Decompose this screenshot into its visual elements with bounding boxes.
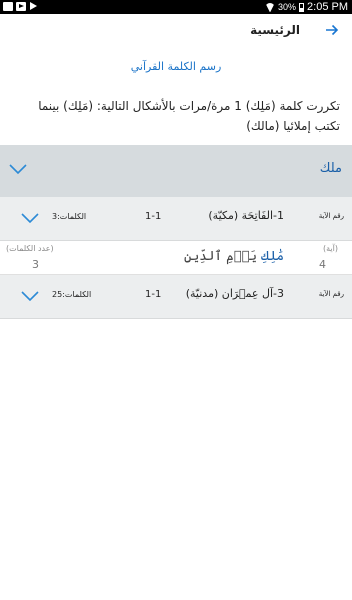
wifi-icon [265,3,275,12]
app-bar: الرئيسية [0,14,352,50]
ayah-detail-row: (عدد الكلمات) 3 مَٰلِكِ يَوۡمِ ٱلدِّينِ … [0,241,352,275]
arrow-right-icon-glyph [326,24,339,36]
ayah-text: مَٰلِكِ يَوۡمِ ٱلدِّينِ [184,249,284,264]
image-notification-icon [3,2,13,11]
word-count: الكلمات:25 [52,290,92,299]
surah-name: 1-الفَاتِحَة (مكيّة) [208,209,284,222]
surah-row[interactable]: الكلمات:25 1-1 3-آل عِمۡرَان (مدنيّة) رق… [0,275,352,319]
play-notification-icon [29,2,38,11]
word-count-value: 3 [32,258,39,271]
ayah-range: 1-1 [145,211,162,222]
chevron-down-icon[interactable] [20,209,40,227]
word-group-header[interactable]: ملك [0,145,352,197]
section-title: رسم الكلمة القرآني [130,60,222,73]
ayah-number-label: رقم الآية [318,212,344,220]
word-count-label: (عدد الكلمات) [6,244,54,253]
ayah-number-value: 4 [319,258,326,271]
highlighted-word: مَٰلِكِ [261,249,284,264]
surah-row[interactable]: الكلمات:3 1-1 1-الفَاتِحَة (مكيّة) رقم ا… [0,197,352,241]
chevron-down-icon[interactable] [20,287,40,305]
page-title: الرئيسية [250,23,300,37]
clock: 2:05 PM [307,1,348,13]
ayah-number-label: رقم الآية [318,290,344,298]
word-title: ملك [319,161,342,176]
ayah-number-label: (آية) [323,244,338,253]
ayah-text-rest: يَوۡمِ ٱلدِّينِ [183,249,262,264]
chevron-down-icon[interactable] [8,159,28,179]
arrow-right-icon[interactable] [322,22,342,42]
youtube-notification-icon [16,2,26,11]
ayah-range: 1-1 [145,289,162,300]
battery-icon [299,2,305,12]
word-summary: تكررت كلمة (مَلِك) 1 مرة/مرات بالأشكال ا… [38,99,340,133]
status-bar: 30% 2:05 PM [0,0,352,14]
notification-icons [3,2,38,11]
surah-name: 3-آل عِمۡرَان (مدنيّة) [185,287,284,300]
word-count: الكلمات:3 [52,212,87,221]
battery-percent: 30% [278,2,297,12]
